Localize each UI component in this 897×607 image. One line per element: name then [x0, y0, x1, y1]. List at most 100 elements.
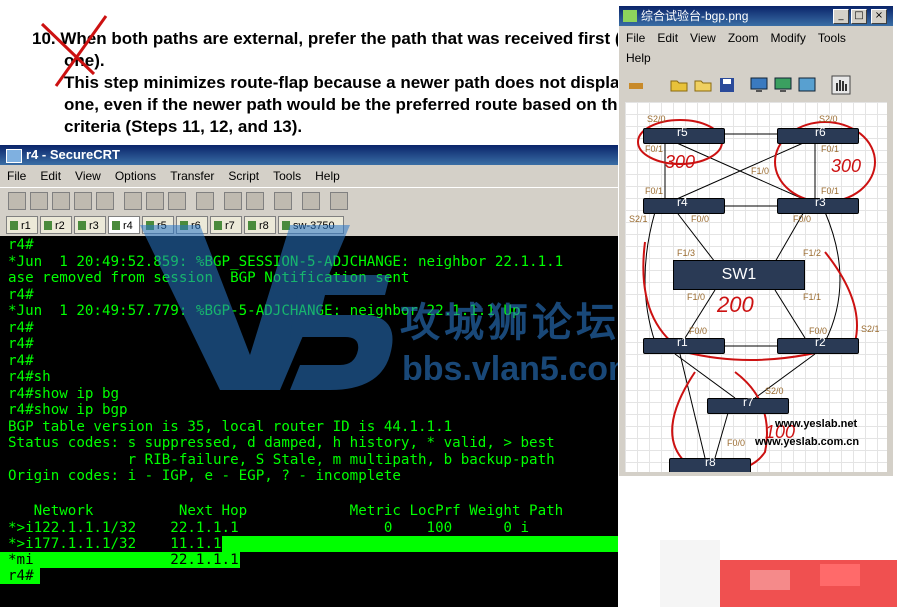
- tab-r5[interactable]: r5: [142, 216, 174, 234]
- tab-r7[interactable]: r7: [210, 216, 242, 234]
- terminal-line: r4#: [8, 568, 34, 584]
- port-label: F0/0: [727, 438, 746, 448]
- crt-menu-bar: File Edit View Options Transfer Script Tools He…: [0, 165, 618, 187]
- blurred-region: [660, 540, 897, 607]
- terminal-line: r4#: [8, 319, 34, 336]
- menu-tools[interactable]: Tools: [811, 28, 851, 48]
- port-label: F1/0: [687, 292, 706, 302]
- tab-icon[interactable]: [52, 192, 70, 210]
- find-icon[interactable]: [168, 192, 186, 210]
- menu-modify[interactable]: Modify: [764, 28, 811, 48]
- sftp-icon[interactable]: [274, 192, 292, 210]
- menu-tools[interactable]: Tools: [266, 165, 308, 187]
- monitor-icon[interactable]: [749, 75, 769, 95]
- port-label: F0/1: [645, 144, 664, 154]
- tab-sw-3750[interactable]: sw-3750: [278, 216, 344, 234]
- slide-line: one).: [64, 51, 105, 70]
- terminal-line: r RIB-failure, S Stale, m multipath, b b…: [8, 451, 555, 468]
- connect-icon[interactable]: [8, 192, 26, 210]
- crt-title: r4 - SecureCRT: [26, 147, 120, 162]
- topo-title: 综合试验台-bgp.png: [641, 9, 749, 23]
- menu-help[interactable]: Help: [619, 48, 656, 68]
- slide-line: criteria (Steps 11, 12, and 13).: [64, 117, 303, 136]
- menu-edit[interactable]: Edit: [33, 165, 68, 187]
- terminal-line: r4#show ip bgp: [8, 402, 128, 418]
- tab-r6[interactable]: r6: [176, 216, 208, 234]
- menu-file[interactable]: File: [619, 28, 650, 48]
- crt-title-bar[interactable]: r4 - SecureCRT: [0, 145, 618, 165]
- tab-r2[interactable]: r2: [40, 216, 72, 234]
- topo-toolbar: [619, 70, 893, 100]
- minimize-button[interactable]: _: [833, 9, 849, 24]
- help-icon[interactable]: [302, 192, 320, 210]
- terminal-line: *mi 22.1.1.1 0 100 0 100 i: [8, 552, 564, 568]
- terminal-line: *>i177.1.1.1/32 11.1.1.1 0 100 0 100 i: [8, 536, 564, 552]
- options-icon[interactable]: [246, 192, 264, 210]
- tab-r1[interactable]: r1: [6, 216, 38, 234]
- disconnect-icon[interactable]: [96, 192, 114, 210]
- port-label: F0/0: [809, 326, 828, 336]
- reconnect-icon[interactable]: [74, 192, 92, 210]
- menu-view[interactable]: View: [68, 165, 108, 187]
- keymap-icon[interactable]: [330, 192, 348, 210]
- menu-file[interactable]: File: [0, 165, 33, 187]
- slide-text: 10. When both paths are external, prefer…: [32, 28, 622, 138]
- menu-view[interactable]: View: [683, 28, 721, 48]
- as-annotation: 300: [831, 156, 862, 176]
- menu-transfer[interactable]: Transfer: [163, 165, 221, 187]
- slide-line: This step minimizes route-flap because a…: [64, 73, 622, 92]
- terminal-line: BGP table version is 35, local router ID…: [8, 418, 453, 435]
- brush-icon[interactable]: [627, 75, 647, 95]
- refresh-icon[interactable]: [797, 75, 817, 95]
- router-label: r8: [705, 455, 716, 469]
- app-icon: [6, 149, 22, 163]
- paste-icon[interactable]: [146, 192, 164, 210]
- port-label: S2/0: [647, 114, 666, 124]
- watermark-chinese: 攻城狮论坛: [400, 301, 620, 345]
- settings-icon[interactable]: [224, 192, 242, 210]
- terminal-line: r4#: [8, 286, 34, 303]
- credit-text: www.yeslab.net: [775, 418, 858, 430]
- terminal-line: r4#show ip bg: [8, 385, 120, 402]
- print-icon[interactable]: [196, 192, 214, 210]
- quick-connect-icon[interactable]: [30, 192, 48, 210]
- terminal-line: Origin codes: i - IGP, e - EGP, ? - inco…: [8, 468, 401, 484]
- topo-title-bar[interactable]: 综合试验台-bgp.png _ □ ×: [619, 6, 893, 26]
- router-label: r6: [815, 125, 826, 139]
- terminal-line: r4#sh: [8, 369, 51, 385]
- switch-sw1[interactable]: SW1: [673, 260, 805, 290]
- tab-r3[interactable]: r3: [74, 216, 106, 234]
- terminal-line: r4#: [8, 352, 34, 369]
- copy-icon[interactable]: [124, 192, 142, 210]
- port-label: F1/2: [803, 248, 822, 258]
- terminal-line: ase removed from session BGP Notificatio…: [8, 270, 410, 286]
- menu-help[interactable]: Help: [308, 165, 347, 187]
- port-label: F1/1: [803, 292, 822, 302]
- maximize-button[interactable]: □: [851, 9, 867, 24]
- tab-r8[interactable]: r8: [244, 216, 276, 234]
- open-folder-icon[interactable]: [669, 75, 689, 95]
- crt-toolbar: [0, 187, 618, 214]
- tab-r4[interactable]: r4: [108, 216, 140, 234]
- router-label: r5: [677, 125, 688, 139]
- slide-line: one, even if the newer path would be the…: [64, 95, 622, 114]
- hand-icon[interactable]: [831, 75, 851, 95]
- menu-script[interactable]: Script: [221, 165, 266, 187]
- port-label: F1/0: [751, 166, 770, 176]
- menu-edit[interactable]: Edit: [650, 28, 683, 48]
- as-annotation: 300: [665, 152, 696, 172]
- port-label: F0/0: [689, 326, 708, 336]
- router-label: r7: [743, 395, 754, 409]
- menu-zoom[interactable]: Zoom: [721, 28, 764, 48]
- port-label: S2/1: [861, 324, 880, 334]
- watermark-url: bbs.vlan5.com: [402, 350, 639, 388]
- terminal-line: r4#: [8, 336, 34, 352]
- close-button[interactable]: ×: [871, 9, 887, 24]
- terminal-line: r4#: [8, 237, 34, 253]
- topology-canvas[interactable]: r5 r6 r4 r3 SW1 r1 r2 r7 r8 S2/0 S2/0 F0…: [625, 102, 887, 472]
- menu-options[interactable]: Options: [108, 165, 163, 187]
- monitor-icon[interactable]: [773, 75, 793, 95]
- save-icon[interactable]: [717, 75, 737, 95]
- folder-icon[interactable]: [693, 75, 713, 95]
- port-label: S2/0: [819, 114, 838, 124]
